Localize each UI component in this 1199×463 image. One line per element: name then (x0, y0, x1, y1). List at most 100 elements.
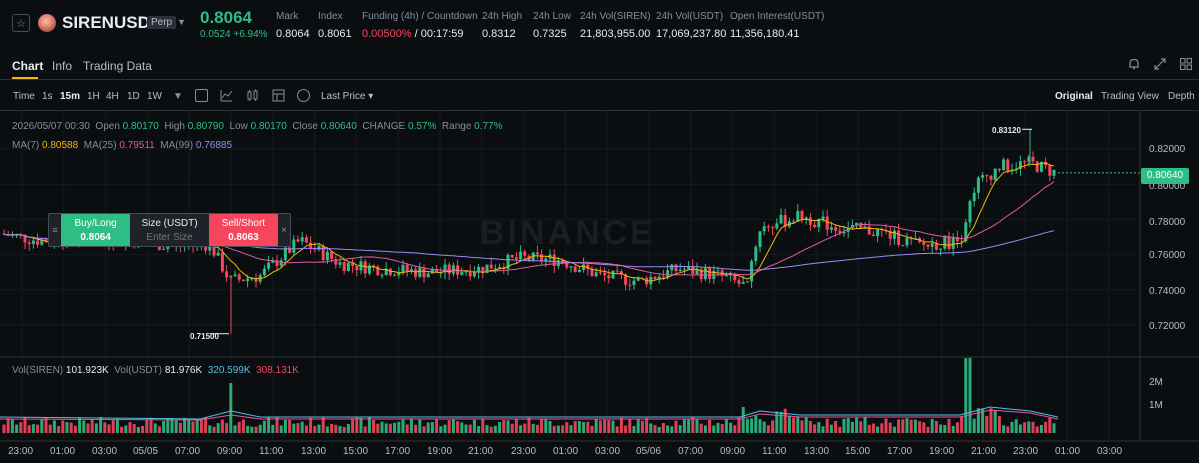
candle-body (317, 245, 321, 250)
volume-bar (540, 418, 544, 433)
stat-value: 0.8312 (482, 28, 516, 40)
volume-bar (246, 425, 250, 433)
candle-body (821, 216, 825, 219)
volume-bar (682, 419, 686, 433)
candle-body (422, 267, 426, 278)
volume-bar (888, 422, 892, 433)
candle-type-icon[interactable] (246, 89, 259, 102)
interval-15m[interactable]: 15m (60, 91, 80, 102)
volume-bar (1010, 421, 1014, 433)
interval-4h[interactable]: 4H (106, 91, 119, 102)
stat-index: Index 0.8061 (318, 11, 352, 40)
symbol-name[interactable]: SIRENUSDT (62, 13, 160, 33)
buy-label: Buy/Long (74, 217, 117, 229)
volume-bar (666, 425, 670, 433)
volume-bar (611, 420, 615, 433)
indicator-icon[interactable] (220, 89, 233, 102)
size-input[interactable] (134, 231, 205, 243)
stat-24h-vol-usdt: 24h Vol(USDT) 17,069,237.80 (656, 11, 726, 40)
view-trading-view[interactable]: Trading View (1101, 91, 1159, 102)
candle-body (342, 262, 346, 271)
volume-bar (288, 419, 292, 433)
volume-bar (334, 424, 338, 433)
volume-bar (720, 424, 724, 433)
settings-icon[interactable] (297, 89, 310, 102)
volume-bar (241, 419, 245, 433)
candle-body (594, 272, 598, 277)
candle-body (989, 175, 993, 180)
volume-info[interactable]: Vol(SIREN) 101.923K Vol(USDT) 81.976K 32… (12, 365, 299, 376)
volume-bar (649, 423, 653, 433)
chevron-down-icon[interactable]: ▼ (177, 17, 186, 27)
vol-usdt-value: 81.976K (164, 365, 203, 376)
candle-body (27, 242, 31, 244)
low-label: Low (229, 121, 248, 132)
interval-1w[interactable]: 1W (147, 91, 162, 102)
candle-body (1006, 159, 1010, 172)
volume-bar (897, 419, 901, 433)
view-original[interactable]: Original (1055, 91, 1093, 102)
interval-1d[interactable]: 1D (127, 91, 140, 102)
price-axis-label: 0.74000 (1149, 286, 1186, 297)
price-type-select[interactable]: Last Price ▾ (321, 91, 373, 102)
grid-layout-icon[interactable] (1179, 57, 1193, 71)
volume-bar (330, 423, 334, 433)
tab-trading-data[interactable]: Trading Data (83, 59, 152, 73)
sell-short-button[interactable]: Sell/Short 0.8063 (208, 214, 279, 246)
candle-body (233, 274, 237, 277)
stat-value: 11,356,180.41 (730, 28, 800, 40)
calendar-icon[interactable] (195, 89, 208, 102)
change-label: CHANGE (362, 121, 406, 132)
volume-bar (61, 420, 65, 433)
tab-info[interactable]: Info (52, 59, 72, 73)
layout-icon[interactable] (272, 89, 285, 102)
interval-time[interactable]: Time (13, 91, 35, 102)
interval-1s[interactable]: 1s (42, 91, 53, 102)
star-icon[interactable]: ☆ (12, 14, 30, 32)
candle-body (460, 272, 464, 275)
candle-body (670, 264, 674, 271)
volume-bar (250, 426, 254, 433)
volume-bar (808, 420, 812, 433)
ma-info[interactable]: MA(7) 0.80588 MA(25) 0.79511 MA(99) 0.76… (12, 140, 232, 151)
volume-bar (267, 417, 271, 433)
volume-bar (628, 418, 632, 433)
expand-icon[interactable] (1153, 57, 1167, 71)
volume-bar (514, 419, 518, 433)
interval-1h[interactable]: 1H (87, 91, 100, 102)
time-axis-label: 09:00 (217, 446, 243, 457)
close-icon[interactable]: × (278, 214, 290, 246)
view-depth[interactable]: Depth (1168, 91, 1195, 102)
volume-bar (237, 421, 241, 433)
volume-bar (619, 417, 623, 433)
volume-bar (867, 424, 871, 433)
bell-icon[interactable] (1127, 57, 1141, 71)
time-axis-label: 21:00 (971, 446, 997, 457)
volume-bar (724, 419, 728, 433)
candlestick-chart[interactable] (0, 111, 1199, 463)
tab-chart[interactable]: Chart (12, 59, 43, 73)
volume-bar (363, 426, 367, 433)
ma99-value: 0.76885 (195, 140, 233, 151)
candle-body (766, 226, 770, 228)
volume-bar (447, 420, 451, 433)
high-value: 0.80790 (187, 121, 224, 132)
volume-bar (115, 418, 119, 433)
candle-body (338, 262, 342, 265)
candle-body (292, 239, 296, 253)
volume-bar (216, 423, 220, 433)
volume-bar (157, 426, 161, 433)
volume-bar (699, 423, 703, 433)
volume-bar (783, 408, 787, 433)
volume-bar (976, 408, 980, 433)
buy-long-button[interactable]: Buy/Long 0.8064 (60, 214, 131, 246)
volume-bar (136, 426, 140, 433)
volume-bar (65, 422, 69, 433)
candle-body (754, 247, 758, 262)
candle-body (220, 252, 224, 272)
ma25-label: MA(25) (83, 140, 117, 151)
drag-handle-icon[interactable]: ≡ (49, 214, 61, 246)
volume-bar (225, 423, 229, 433)
interval-dropdown-icon[interactable]: ▼ (173, 91, 183, 102)
volume-bar (792, 417, 796, 433)
